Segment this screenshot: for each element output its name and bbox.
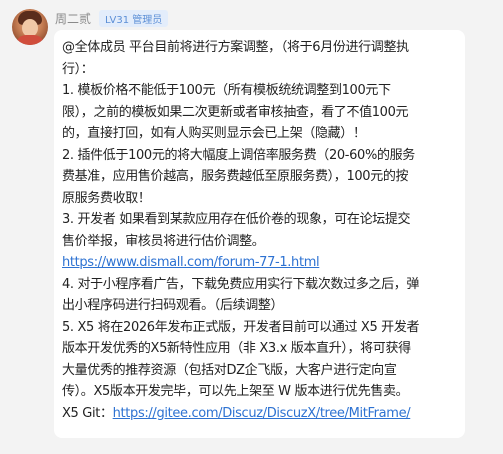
avatar[interactable] [12, 9, 48, 45]
message-line: 传）。X5版本开发完毕，可以先上架至 W 版本进行优先售卖。 [62, 384, 409, 399]
message-line: 的，直接打回，如有人购买则显示会已上架（隐藏）！ [62, 126, 366, 141]
message-bubble: @全体成员 平台目前将进行方案调整，（将于6月份进行调整执 行）： 1. 模板价… [54, 30, 465, 438]
message-line: 1. 模板价格不能低于100元（所有模板统统调整到100元下 [62, 83, 391, 98]
message-line: 出小程序码进行扫码观看。（后续调整） [62, 298, 284, 313]
forum-link-line: https://www.dismall.com/forum-77-1.html [62, 252, 457, 274]
message-line: 行）： [62, 61, 94, 77]
message-text: @全体成员 平台目前将进行方案调整，（将于6月份进行调整执 行）： 1. 模板价… [62, 37, 457, 424]
avatar-shirt [16, 35, 44, 45]
message-line: 4. 对于小程序看广告，下载免费应用实行下载次数过多之后，弹 [62, 276, 420, 292]
message-line: 3. 开发者 如果看到某款应用存在低价卷的现象，可在论坛提交 [62, 212, 411, 227]
message-line: 2. 插件低于100元的将大幅度上调倍率服务费（20-60%的服务 [62, 147, 415, 163]
git-label: X5 Git： [62, 405, 113, 421]
sender-name[interactable]: 周二贰 [55, 10, 91, 27]
message-line: 限），之前的模板如果二次更新或者审核抽查，看了不值100元 [62, 104, 409, 120]
message-line: @全体成员 平台目前将进行方案调整，（将于6月份进行调整执 [62, 40, 409, 55]
message-line: 售价举报，审核员将进行估价调整。 [62, 233, 265, 249]
message-header: 周二贰 LV31 管理员 [55, 8, 169, 28]
message-line: 大量优秀的推荐资源（包括对DZ企飞版，大客户进行定向宣 [62, 362, 397, 378]
level-badge: LV31 管理员 [99, 9, 169, 27]
gitee-link[interactable]: https://gitee.com/Discuz/DiscuzX/tree/Mi… [113, 406, 411, 421]
message-line: 原服务费收取！ [62, 190, 151, 206]
message-line: 5. X5 将在2026年发布正式版，开发者目前可以通过 X5 开发者 [62, 319, 420, 335]
message-line: 费基准，应用售价越高，服务费越低至原服务费），100元的按 [62, 169, 409, 184]
forum-link[interactable]: https://www.dismall.com/forum-77-1.html [62, 255, 320, 270]
message-line: 版本开发优秀的X5新特性应用（非 X3.x 版本直升），将可获得 [62, 341, 411, 356]
git-line: X5 Git：https://gitee.com/Discuz/DiscuzX/… [62, 403, 457, 425]
